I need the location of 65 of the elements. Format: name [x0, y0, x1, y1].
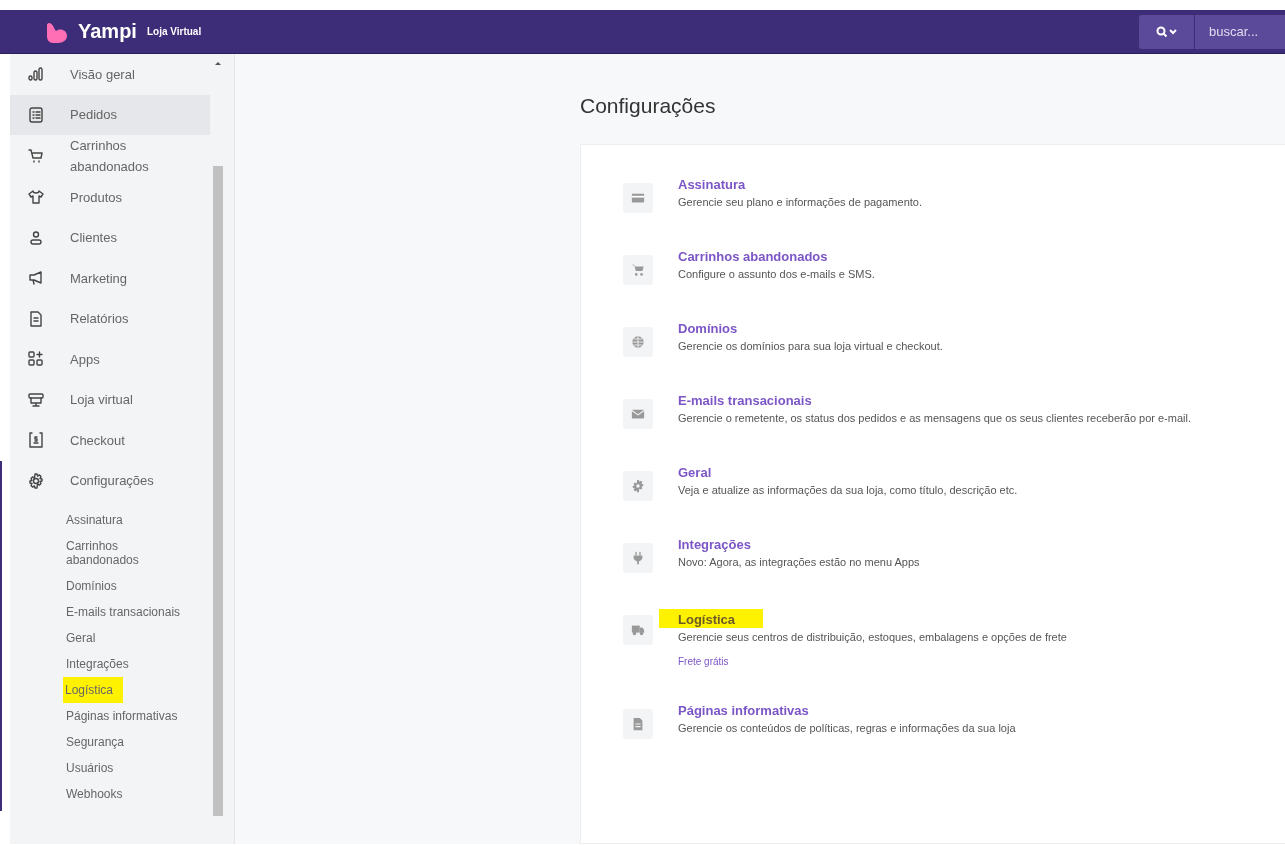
setting-link[interactable]: Domínios — [678, 321, 738, 337]
sidebar-item[interactable]: Loja virtual — [10, 379, 210, 420]
setting-description: Gerencie os conteúdos de políticas, regras e informações da sua loja — [678, 722, 1016, 734]
receipt-icon — [28, 432, 44, 449]
submenu-item[interactable]: Assinatura — [66, 507, 194, 533]
submenu-item[interactable]: Domínios — [66, 573, 194, 599]
sidebar-item[interactable]: Carrinhos abandonados — [10, 135, 210, 177]
setting-description: Veja e atualize as informações da sua loja, como título, descrição etc. — [678, 484, 1018, 496]
brand-name: Yampi — [78, 20, 137, 43]
document-icon — [631, 717, 645, 731]
sidebar-item[interactable]: Configurações — [10, 460, 210, 501]
gear-icon — [28, 472, 44, 489]
submenu-item[interactable]: Páginas informativas — [66, 703, 194, 729]
setting-link[interactable]: Integrações — [678, 537, 751, 553]
setting-sublink[interactable]: Frete grátis — [678, 656, 729, 667]
submenu-item[interactable]: Integrações — [66, 651, 194, 677]
page-title: Configurações — [580, 94, 717, 118]
sidebar-item[interactable]: Apps — [10, 339, 210, 380]
search-field[interactable]: buscar... — [1195, 14, 1285, 49]
plug-icon — [631, 551, 645, 565]
setting-link[interactable]: Carrinhos abandonados — [678, 249, 828, 265]
credit-card-icon — [631, 191, 645, 205]
setting-description: Gerencie o remetente, os status dos pedidos e as mensagens que os seus clientes receberão por e-mail. — [678, 412, 1191, 424]
setting-description: Novo: Agora, as integrações estão no menu Apps — [678, 556, 920, 568]
brand-subtitle: Loja Virtual — [146, 26, 202, 37]
logo-icon — [46, 20, 70, 43]
chart-icon — [28, 66, 44, 83]
search-icon — [1155, 25, 1178, 38]
sidebar-item[interactable]: Clientes — [10, 217, 210, 258]
submenu-item[interactable]: E-mails transacionais — [66, 599, 194, 625]
sidebar-item[interactable]: Visão geral — [10, 54, 210, 95]
storefront-icon — [28, 391, 44, 408]
document-icon — [28, 310, 44, 327]
envelope-icon — [631, 407, 645, 421]
setting-link[interactable]: Logística — [659, 609, 764, 628]
sidebar-item[interactable]: Checkout — [10, 420, 210, 461]
setting-link[interactable]: Páginas informativas — [678, 703, 809, 719]
cart-icon — [28, 148, 44, 164]
sidebar-item[interactable]: Pedidos — [10, 94, 210, 135]
setting-description: Gerencie os domínios para sua loja virtual e checkout. — [678, 340, 943, 352]
setting-description: Configure o assunto dos e-mails e SMS. — [678, 268, 875, 280]
setting-link[interactable]: Assinatura — [678, 177, 746, 193]
list-icon — [28, 106, 44, 123]
sidebar-item[interactable]: Relatórios — [10, 298, 210, 339]
setting-link[interactable]: Geral — [678, 465, 712, 481]
submenu-item[interactable]: Segurança — [66, 729, 194, 755]
apps-icon — [28, 351, 44, 368]
shirt-icon — [28, 189, 44, 206]
submenu-item[interactable]: Logística — [63, 677, 124, 703]
cart-icon — [631, 263, 645, 277]
submenu-item[interactable]: Geral — [66, 625, 194, 651]
setting-description: Gerencie seu plano e informações de pagamento. — [678, 196, 922, 208]
sidebar-item[interactable]: Marketing — [10, 258, 210, 299]
gear-icon — [631, 479, 645, 493]
submenu-item[interactable]: Carrinhos abandonados — [66, 533, 194, 573]
truck-icon — [631, 623, 645, 637]
submenu-item[interactable]: Usuários — [66, 755, 194, 781]
globe-icon — [631, 335, 645, 349]
setting-link[interactable]: E-mails transacionais — [678, 393, 812, 409]
sidebar-item[interactable]: Produtos — [10, 177, 210, 218]
setting-description: Gerencie seus centros de distribuição, estoques, embalagens e opções de frete — [678, 631, 1067, 643]
submenu-item[interactable]: Webhooks — [66, 781, 194, 807]
search-type-button[interactable] — [1139, 14, 1195, 49]
megaphone-icon — [28, 270, 44, 287]
user-icon — [28, 229, 44, 246]
